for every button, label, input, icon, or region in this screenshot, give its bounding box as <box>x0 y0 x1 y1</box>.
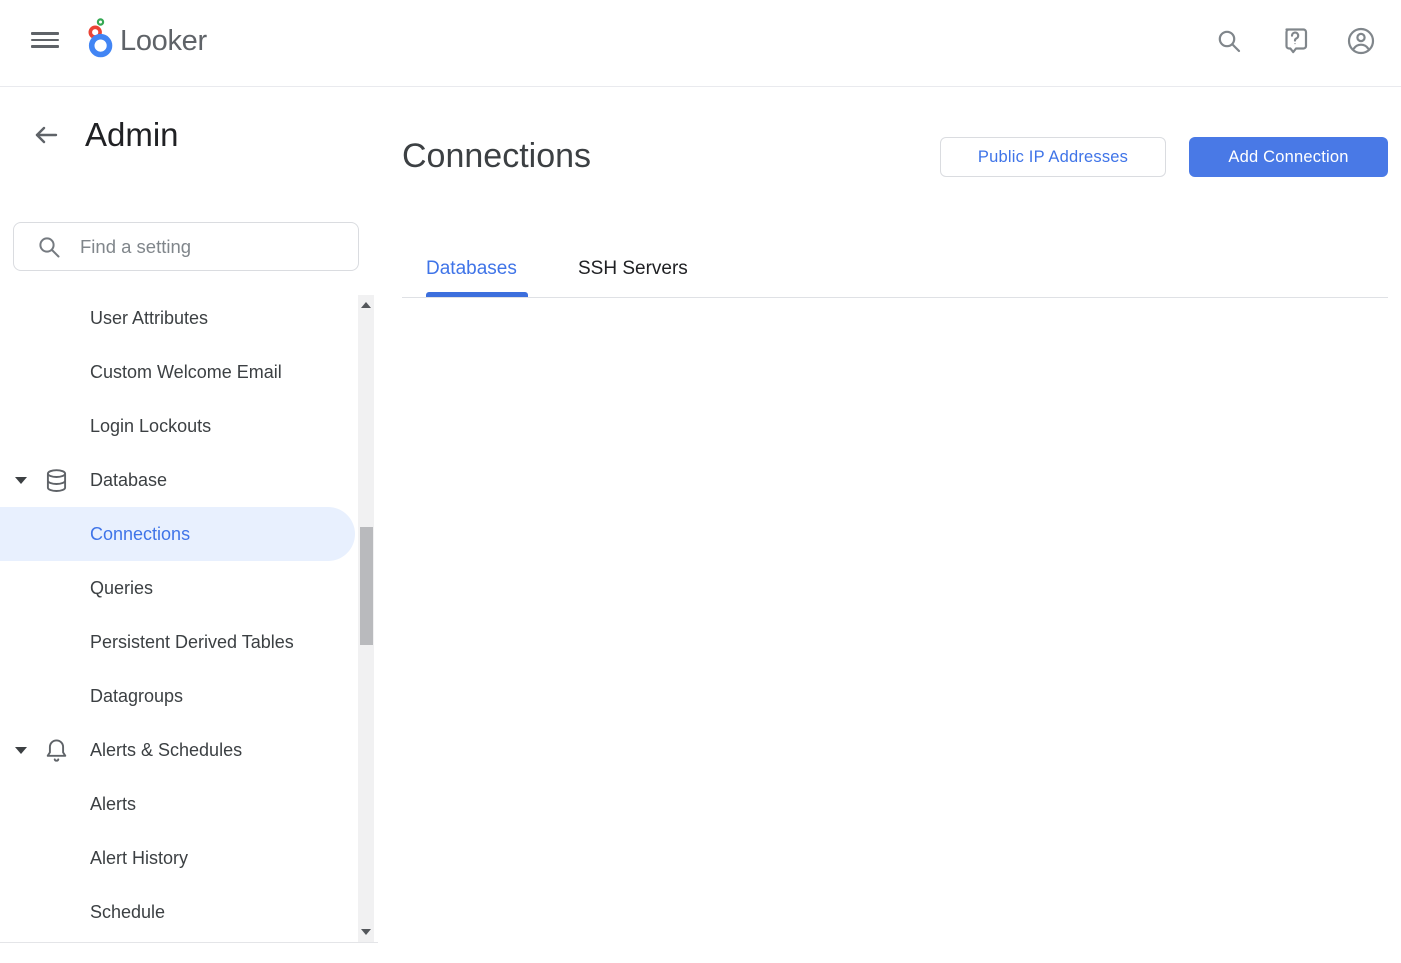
chevron-down-icon[interactable] <box>15 747 27 754</box>
sidebar-item-label: Login Lockouts <box>90 416 211 437</box>
add-connection-button[interactable]: Add Connection <box>1189 137 1388 177</box>
page-section-title: Admin <box>85 113 179 157</box>
looker-admin-connections-page: Looker Admin User Attributes <box>0 0 1401 963</box>
looker-logo-icon <box>87 18 114 58</box>
tab-ssh-servers[interactable]: SSH Servers <box>578 240 688 297</box>
scroll-up-arrow-icon[interactable] <box>361 302 371 308</box>
top-app-bar: Looker <box>0 0 1401 87</box>
account-icon[interactable] <box>1346 26 1376 56</box>
public-ip-addresses-button[interactable]: Public IP Addresses <box>940 137 1166 177</box>
sidebar-item-custom-welcome-email[interactable]: Custom Welcome Email <box>0 345 358 399</box>
sidebar-item-label: Schedule <box>90 902 165 923</box>
bell-icon <box>43 737 70 764</box>
back-arrow-icon[interactable] <box>32 121 60 149</box>
tab-databases[interactable]: Databases <box>426 240 517 297</box>
sidebar-item-datagroups[interactable]: Datagroups <box>0 669 358 723</box>
sidebar-item-alerts[interactable]: Alerts <box>0 777 358 831</box>
sidebar-item-label: Alerts <box>90 794 136 815</box>
sidebar-scrollbar[interactable] <box>358 295 374 942</box>
sidebar-item-connections[interactable]: Connections <box>0 507 355 561</box>
sidebar-item-login-lockouts[interactable]: Login Lockouts <box>0 399 358 453</box>
sidebar-section-alerts-schedules[interactable]: Alerts & Schedules <box>0 723 358 777</box>
sidebar-item-label: Queries <box>90 578 153 599</box>
database-icon <box>43 467 70 494</box>
sidebar-bottom-divider <box>0 942 378 943</box>
sidebar-item-schedule[interactable]: Schedule <box>0 885 358 939</box>
sidebar-item-persistent-derived-tables[interactable]: Persistent Derived Tables <box>0 615 358 669</box>
sidebar-item-alert-history[interactable]: Alert History <box>0 831 358 885</box>
sidebar-item-label: Alert History <box>90 848 188 869</box>
tabs-divider <box>402 297 1388 298</box>
hamburger-menu-icon[interactable] <box>31 32 59 48</box>
scrollbar-thumb[interactable] <box>360 527 373 645</box>
find-setting-searchbox <box>13 222 359 271</box>
page-title: Connections <box>402 133 591 179</box>
sidebar-item-queries[interactable]: Queries <box>0 561 358 615</box>
help-icon[interactable] <box>1280 26 1310 56</box>
chevron-down-icon[interactable] <box>15 477 27 484</box>
sidebar-section-label: Database <box>90 470 167 491</box>
scroll-down-arrow-icon[interactable] <box>361 929 371 935</box>
sidebar-section-label: Alerts & Schedules <box>90 740 242 761</box>
sidebar-item-label: Persistent Derived Tables <box>90 632 294 653</box>
admin-settings-nav: User Attributes Custom Welcome Email Log… <box>0 291 358 939</box>
search-icon <box>36 234 62 260</box>
sidebar-item-user-attributes[interactable]: User Attributes <box>0 291 358 345</box>
app-title[interactable]: Looker <box>120 23 207 59</box>
sidebar-item-label: Datagroups <box>90 686 183 707</box>
sidebar-section-database[interactable]: Database <box>0 453 358 507</box>
sidebar-item-label: Custom Welcome Email <box>90 362 282 383</box>
search-input[interactable] <box>80 224 350 269</box>
search-icon[interactable] <box>1214 26 1244 56</box>
sidebar-item-label: User Attributes <box>90 308 208 329</box>
sidebar-item-label: Connections <box>90 524 190 545</box>
